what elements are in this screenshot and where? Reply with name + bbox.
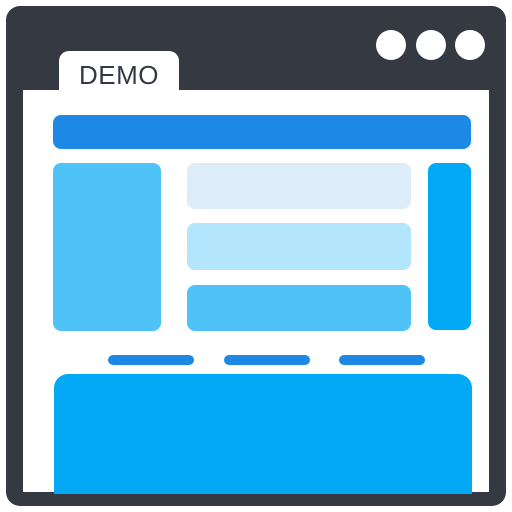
footer-panel <box>54 374 472 494</box>
content-row-2 <box>187 223 411 270</box>
nav-link-3[interactable] <box>339 355 425 365</box>
browser-window-illustration: DEMO <box>0 0 512 512</box>
window-dot-icon[interactable] <box>376 30 406 60</box>
right-sidebar-panel <box>428 163 471 330</box>
nav-link-1[interactable] <box>108 355 194 365</box>
left-sidebar-panel <box>53 163 161 331</box>
nav-link-2[interactable] <box>224 355 310 365</box>
tab-label: DEMO <box>79 59 159 90</box>
window-dot-icon[interactable] <box>455 30 485 60</box>
header-bar <box>53 115 471 149</box>
window-dot-icon[interactable] <box>416 30 446 60</box>
page-content <box>23 90 489 494</box>
window-frame: DEMO <box>6 6 506 506</box>
tab-demo[interactable]: DEMO <box>59 51 179 97</box>
content-row-3 <box>187 285 411 331</box>
content-row-1 <box>187 163 411 209</box>
